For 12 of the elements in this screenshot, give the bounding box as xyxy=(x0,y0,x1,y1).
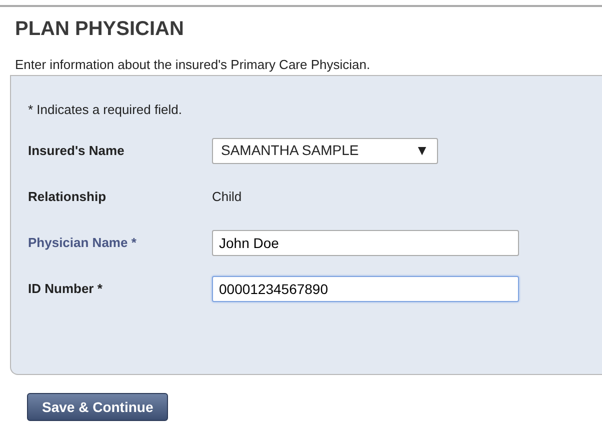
input-field[interactable]: John Doe xyxy=(212,230,519,256)
field-label: Insured's Name xyxy=(28,142,126,160)
required-note: * Indicates a required field. xyxy=(28,101,183,119)
save-button[interactable]: Save & Continue xyxy=(27,393,168,421)
field-label: Relationship xyxy=(28,188,108,206)
field-value: Child xyxy=(212,188,242,206)
field-label: Physician Name * xyxy=(28,234,138,252)
dropdown-field[interactable]: SAMANTHA SAMPLE ▼ xyxy=(212,138,438,164)
input-field[interactable]: 00001234567890 xyxy=(212,276,519,302)
field-label: ID Number * xyxy=(28,280,104,298)
page-title: PLAN PHYSICIAN xyxy=(15,17,185,41)
page-description: Enter information about the insured's Primary Care Physician. xyxy=(15,57,372,73)
